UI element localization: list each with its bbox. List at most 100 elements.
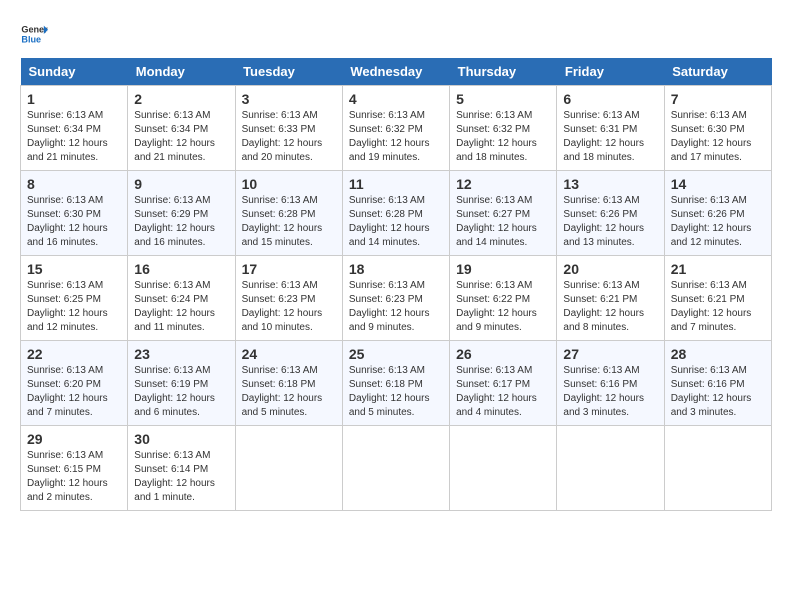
calendar-cell: 16 Sunrise: 6:13 AMSunset: 6:24 PMDaylig… xyxy=(128,256,235,341)
calendar-cell: 4 Sunrise: 6:13 AMSunset: 6:32 PMDayligh… xyxy=(342,86,449,171)
week-row-5: 29 Sunrise: 6:13 AMSunset: 6:15 PMDaylig… xyxy=(21,426,772,511)
day-number: 30 xyxy=(134,431,228,447)
calendar-cell: 10 Sunrise: 6:13 AMSunset: 6:28 PMDaylig… xyxy=(235,171,342,256)
calendar-cell: 23 Sunrise: 6:13 AMSunset: 6:19 PMDaylig… xyxy=(128,341,235,426)
calendar-cell: 15 Sunrise: 6:13 AMSunset: 6:25 PMDaylig… xyxy=(21,256,128,341)
day-detail: Sunrise: 6:13 AMSunset: 6:26 PMDaylight:… xyxy=(671,194,765,250)
day-number: 20 xyxy=(563,261,657,277)
day-detail: Sunrise: 6:13 AMSunset: 6:25 PMDaylight:… xyxy=(27,279,121,335)
day-detail: Sunrise: 6:13 AMSunset: 6:34 PMDaylight:… xyxy=(134,109,228,165)
day-number: 4 xyxy=(349,91,443,107)
calendar-cell: 5 Sunrise: 6:13 AMSunset: 6:32 PMDayligh… xyxy=(450,86,557,171)
day-number: 14 xyxy=(671,176,765,192)
day-number: 6 xyxy=(563,91,657,107)
day-number: 21 xyxy=(671,261,765,277)
day-detail: Sunrise: 6:13 AMSunset: 6:15 PMDaylight:… xyxy=(27,449,121,505)
page-header: General Blue xyxy=(20,20,772,48)
day-number: 27 xyxy=(563,346,657,362)
day-number: 7 xyxy=(671,91,765,107)
day-detail: Sunrise: 6:13 AMSunset: 6:30 PMDaylight:… xyxy=(27,194,121,250)
day-number: 11 xyxy=(349,176,443,192)
day-detail: Sunrise: 6:13 AMSunset: 6:18 PMDaylight:… xyxy=(242,364,336,420)
calendar-cell: 18 Sunrise: 6:13 AMSunset: 6:23 PMDaylig… xyxy=(342,256,449,341)
day-number: 2 xyxy=(134,91,228,107)
calendar-cell: 11 Sunrise: 6:13 AMSunset: 6:28 PMDaylig… xyxy=(342,171,449,256)
day-detail: Sunrise: 6:13 AMSunset: 6:18 PMDaylight:… xyxy=(349,364,443,420)
day-detail: Sunrise: 6:13 AMSunset: 6:32 PMDaylight:… xyxy=(349,109,443,165)
calendar-cell: 22 Sunrise: 6:13 AMSunset: 6:20 PMDaylig… xyxy=(21,341,128,426)
day-number: 22 xyxy=(27,346,121,362)
calendar-cell: 26 Sunrise: 6:13 AMSunset: 6:17 PMDaylig… xyxy=(450,341,557,426)
week-row-4: 22 Sunrise: 6:13 AMSunset: 6:20 PMDaylig… xyxy=(21,341,772,426)
calendar-cell: 29 Sunrise: 6:13 AMSunset: 6:15 PMDaylig… xyxy=(21,426,128,511)
day-detail: Sunrise: 6:13 AMSunset: 6:31 PMDaylight:… xyxy=(563,109,657,165)
day-detail: Sunrise: 6:13 AMSunset: 6:27 PMDaylight:… xyxy=(456,194,550,250)
calendar-cell: 24 Sunrise: 6:13 AMSunset: 6:18 PMDaylig… xyxy=(235,341,342,426)
day-detail: Sunrise: 6:13 AMSunset: 6:20 PMDaylight:… xyxy=(27,364,121,420)
calendar-cell: 7 Sunrise: 6:13 AMSunset: 6:30 PMDayligh… xyxy=(664,86,771,171)
day-detail: Sunrise: 6:13 AMSunset: 6:17 PMDaylight:… xyxy=(456,364,550,420)
week-row-1: 1 Sunrise: 6:13 AMSunset: 6:34 PMDayligh… xyxy=(21,86,772,171)
header-row: SundayMondayTuesdayWednesdayThursdayFrid… xyxy=(21,58,772,86)
calendar-cell: 19 Sunrise: 6:13 AMSunset: 6:22 PMDaylig… xyxy=(450,256,557,341)
calendar-cell: 27 Sunrise: 6:13 AMSunset: 6:16 PMDaylig… xyxy=(557,341,664,426)
day-detail: Sunrise: 6:13 AMSunset: 6:24 PMDaylight:… xyxy=(134,279,228,335)
day-number: 16 xyxy=(134,261,228,277)
col-header-friday: Friday xyxy=(557,58,664,86)
day-number: 8 xyxy=(27,176,121,192)
calendar-cell: 1 Sunrise: 6:13 AMSunset: 6:34 PMDayligh… xyxy=(21,86,128,171)
calendar-cell xyxy=(342,426,449,511)
day-number: 26 xyxy=(456,346,550,362)
logo: General Blue xyxy=(20,20,48,48)
calendar-cell: 6 Sunrise: 6:13 AMSunset: 6:31 PMDayligh… xyxy=(557,86,664,171)
day-number: 24 xyxy=(242,346,336,362)
day-number: 13 xyxy=(563,176,657,192)
day-detail: Sunrise: 6:13 AMSunset: 6:22 PMDaylight:… xyxy=(456,279,550,335)
calendar-cell: 17 Sunrise: 6:13 AMSunset: 6:23 PMDaylig… xyxy=(235,256,342,341)
calendar-cell: 9 Sunrise: 6:13 AMSunset: 6:29 PMDayligh… xyxy=(128,171,235,256)
day-number: 19 xyxy=(456,261,550,277)
calendar-cell: 25 Sunrise: 6:13 AMSunset: 6:18 PMDaylig… xyxy=(342,341,449,426)
calendar-cell xyxy=(450,426,557,511)
col-header-monday: Monday xyxy=(128,58,235,86)
day-detail: Sunrise: 6:13 AMSunset: 6:23 PMDaylight:… xyxy=(242,279,336,335)
day-number: 18 xyxy=(349,261,443,277)
day-number: 3 xyxy=(242,91,336,107)
logo-icon: General Blue xyxy=(20,20,48,48)
calendar-cell: 30 Sunrise: 6:13 AMSunset: 6:14 PMDaylig… xyxy=(128,426,235,511)
day-detail: Sunrise: 6:13 AMSunset: 6:21 PMDaylight:… xyxy=(671,279,765,335)
col-header-sunday: Sunday xyxy=(21,58,128,86)
day-detail: Sunrise: 6:13 AMSunset: 6:30 PMDaylight:… xyxy=(671,109,765,165)
day-detail: Sunrise: 6:13 AMSunset: 6:21 PMDaylight:… xyxy=(563,279,657,335)
calendar-cell: 21 Sunrise: 6:13 AMSunset: 6:21 PMDaylig… xyxy=(664,256,771,341)
day-detail: Sunrise: 6:13 AMSunset: 6:16 PMDaylight:… xyxy=(563,364,657,420)
day-number: 9 xyxy=(134,176,228,192)
day-detail: Sunrise: 6:13 AMSunset: 6:14 PMDaylight:… xyxy=(134,449,228,505)
day-detail: Sunrise: 6:13 AMSunset: 6:33 PMDaylight:… xyxy=(242,109,336,165)
calendar-cell: 13 Sunrise: 6:13 AMSunset: 6:26 PMDaylig… xyxy=(557,171,664,256)
day-number: 28 xyxy=(671,346,765,362)
calendar-cell: 8 Sunrise: 6:13 AMSunset: 6:30 PMDayligh… xyxy=(21,171,128,256)
svg-text:Blue: Blue xyxy=(21,34,41,44)
day-detail: Sunrise: 6:13 AMSunset: 6:19 PMDaylight:… xyxy=(134,364,228,420)
day-detail: Sunrise: 6:13 AMSunset: 6:32 PMDaylight:… xyxy=(456,109,550,165)
day-detail: Sunrise: 6:13 AMSunset: 6:29 PMDaylight:… xyxy=(134,194,228,250)
col-header-saturday: Saturday xyxy=(664,58,771,86)
calendar-cell: 28 Sunrise: 6:13 AMSunset: 6:16 PMDaylig… xyxy=(664,341,771,426)
col-header-tuesday: Tuesday xyxy=(235,58,342,86)
calendar-cell: 20 Sunrise: 6:13 AMSunset: 6:21 PMDaylig… xyxy=(557,256,664,341)
day-number: 1 xyxy=(27,91,121,107)
day-number: 23 xyxy=(134,346,228,362)
day-detail: Sunrise: 6:13 AMSunset: 6:26 PMDaylight:… xyxy=(563,194,657,250)
calendar-table: SundayMondayTuesdayWednesdayThursdayFrid… xyxy=(20,58,772,511)
day-detail: Sunrise: 6:13 AMSunset: 6:16 PMDaylight:… xyxy=(671,364,765,420)
day-number: 15 xyxy=(27,261,121,277)
day-detail: Sunrise: 6:13 AMSunset: 6:23 PMDaylight:… xyxy=(349,279,443,335)
calendar-cell xyxy=(664,426,771,511)
calendar-cell: 2 Sunrise: 6:13 AMSunset: 6:34 PMDayligh… xyxy=(128,86,235,171)
col-header-thursday: Thursday xyxy=(450,58,557,86)
day-number: 29 xyxy=(27,431,121,447)
day-number: 10 xyxy=(242,176,336,192)
col-header-wednesday: Wednesday xyxy=(342,58,449,86)
calendar-cell: 14 Sunrise: 6:13 AMSunset: 6:26 PMDaylig… xyxy=(664,171,771,256)
